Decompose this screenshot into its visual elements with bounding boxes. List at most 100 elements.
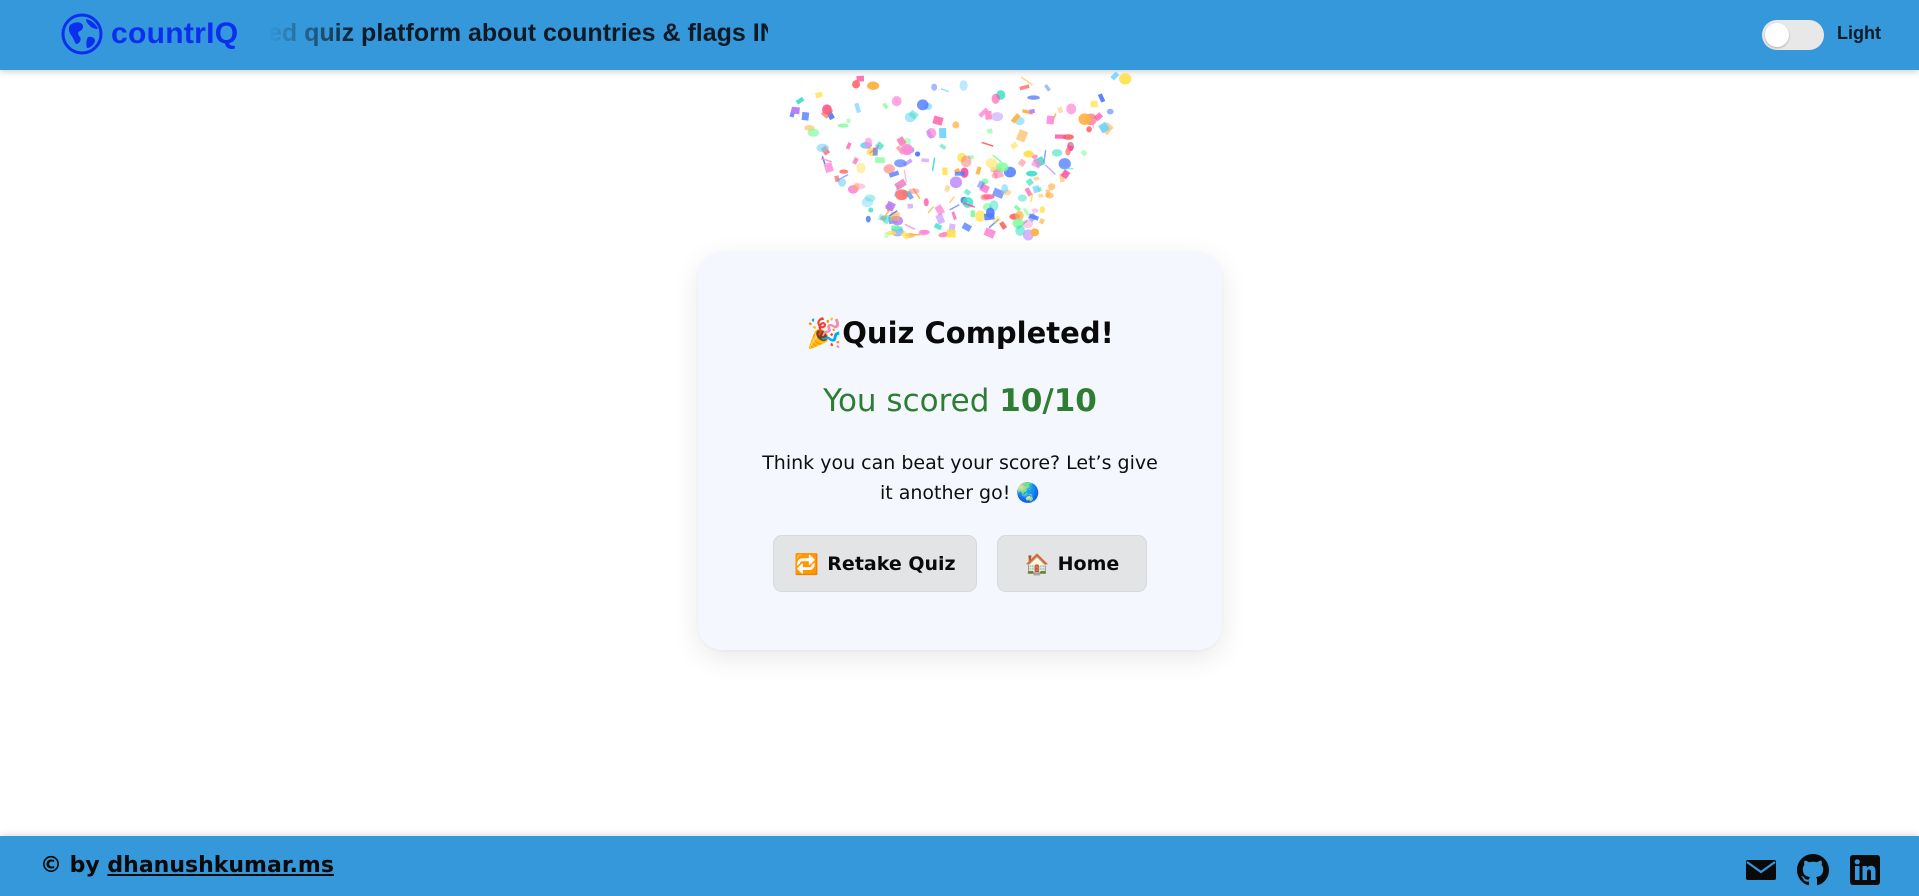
confetti-piece xyxy=(961,222,973,232)
credit-prefix: © by xyxy=(40,853,108,878)
linkedin-link[interactable] xyxy=(1849,854,1881,886)
theme-toggle-switch[interactable] xyxy=(1762,20,1824,50)
confetti-piece xyxy=(875,157,885,164)
confetti-piece xyxy=(933,222,943,231)
confetti-piece xyxy=(935,213,946,225)
confetti-piece xyxy=(868,207,874,213)
confetti-piece xyxy=(886,230,897,236)
score-value: 10/10 xyxy=(999,383,1097,419)
github-link[interactable] xyxy=(1797,854,1829,886)
confetti-piece xyxy=(1015,225,1026,236)
confetti-piece xyxy=(908,188,920,194)
confetti-piece xyxy=(963,188,972,196)
confetti-piece xyxy=(985,158,998,169)
envelope-icon xyxy=(1746,860,1776,880)
confetti-piece xyxy=(791,106,800,115)
confetti-piece xyxy=(1013,204,1022,212)
confetti-piece xyxy=(861,197,874,208)
app-logo[interactable]: countrIQ xyxy=(61,13,238,55)
logo-text: countrIQ xyxy=(111,17,239,50)
footer-bar: © by dhanushkumar.ms xyxy=(0,836,1919,896)
confetti-piece xyxy=(1054,134,1066,139)
result-title: 🎉Quiz Completed! xyxy=(698,316,1222,351)
confetti-piece xyxy=(914,151,921,157)
confetti-piece xyxy=(852,80,861,89)
confetti-piece xyxy=(894,159,907,168)
confetti-piece xyxy=(856,162,866,174)
confetti-piece xyxy=(1032,184,1041,194)
confetti-piece xyxy=(985,207,995,219)
confetti-piece xyxy=(1019,84,1030,91)
confetti-piece xyxy=(939,127,947,139)
author-link[interactable]: dhanushkumar.ms xyxy=(107,853,334,878)
confetti-piece xyxy=(907,203,914,209)
tagline-marquee: ed quiz platform about countries & flags… xyxy=(268,19,768,53)
confetti-piece xyxy=(975,210,986,222)
confetti-piece xyxy=(949,176,963,189)
repeat-icon: 🔁 xyxy=(794,551,820,576)
confetti-piece xyxy=(852,157,859,165)
confetti-piece xyxy=(1039,206,1046,214)
confetti-piece xyxy=(845,142,852,150)
confetti-piece xyxy=(952,121,960,129)
confetti-piece xyxy=(942,167,948,176)
confetti-piece xyxy=(1048,183,1056,191)
marquee-fade xyxy=(268,19,358,53)
confetti-piece xyxy=(1090,100,1098,108)
home-button[interactable]: 🏠 Home xyxy=(997,535,1147,592)
confetti-piece xyxy=(951,211,957,221)
top-nav-bar: countrIQ ed quiz platform about countrie… xyxy=(0,0,1919,70)
retake-quiz-button[interactable]: 🔁 Retake Quiz xyxy=(773,535,977,592)
confetti-piece xyxy=(807,128,820,137)
confetti-piece xyxy=(960,155,972,168)
confetti-piece xyxy=(991,93,1000,104)
confetti-piece xyxy=(900,143,913,156)
confetti-piece xyxy=(1046,115,1055,125)
confetti-piece xyxy=(815,91,823,99)
confetti-piece xyxy=(980,193,990,201)
confetti-piece xyxy=(895,189,909,201)
confetti-piece xyxy=(1017,194,1028,202)
confetti-piece xyxy=(1086,126,1092,133)
confetti-piece xyxy=(986,128,993,134)
confetti-piece xyxy=(801,111,810,121)
confetti-piece xyxy=(1030,228,1040,237)
confetti-piece xyxy=(838,178,846,187)
confetti-piece xyxy=(1097,93,1106,103)
confetti-piece xyxy=(1024,187,1033,197)
confetti-piece xyxy=(1028,108,1036,114)
confetti-piece xyxy=(816,143,829,153)
confetti-piece xyxy=(1065,147,1071,156)
party-popper-icon: 🎉 xyxy=(806,316,843,350)
confetti-piece xyxy=(839,169,849,174)
confetti-piece xyxy=(919,229,930,235)
confetti-piece xyxy=(1044,164,1056,175)
confetti-piece xyxy=(927,205,934,214)
confetti-piece xyxy=(940,88,950,93)
confetti-piece xyxy=(1044,84,1051,92)
confetti-piece xyxy=(954,171,965,176)
confetti-piece xyxy=(1043,149,1047,162)
confetti-piece xyxy=(995,162,1009,173)
confetti-piece xyxy=(923,198,929,207)
email-link[interactable] xyxy=(1745,854,1777,886)
confetti-piece xyxy=(1051,149,1063,157)
confetti-piece xyxy=(1080,149,1088,157)
confetti-piece xyxy=(991,112,1004,122)
confetti-piece xyxy=(864,137,873,150)
footer-credit: © by dhanushkumar.ms xyxy=(40,853,334,878)
score-display: You scored 10/10 xyxy=(698,383,1222,419)
confetti-piece xyxy=(1068,142,1074,147)
confetti-piece xyxy=(891,225,901,230)
confetti-piece xyxy=(1031,208,1039,213)
confetti-piece xyxy=(891,96,902,107)
confetti-piece xyxy=(1066,103,1077,115)
confetti-piece xyxy=(885,200,896,212)
theme-label: Light xyxy=(1837,23,1881,43)
linkedin-icon xyxy=(1850,855,1880,885)
confetti-piece xyxy=(853,182,860,192)
confetti-piece xyxy=(883,164,895,174)
confetti-piece xyxy=(854,102,862,114)
confetti-piece xyxy=(1020,76,1033,86)
confetti-piece xyxy=(1025,177,1034,187)
